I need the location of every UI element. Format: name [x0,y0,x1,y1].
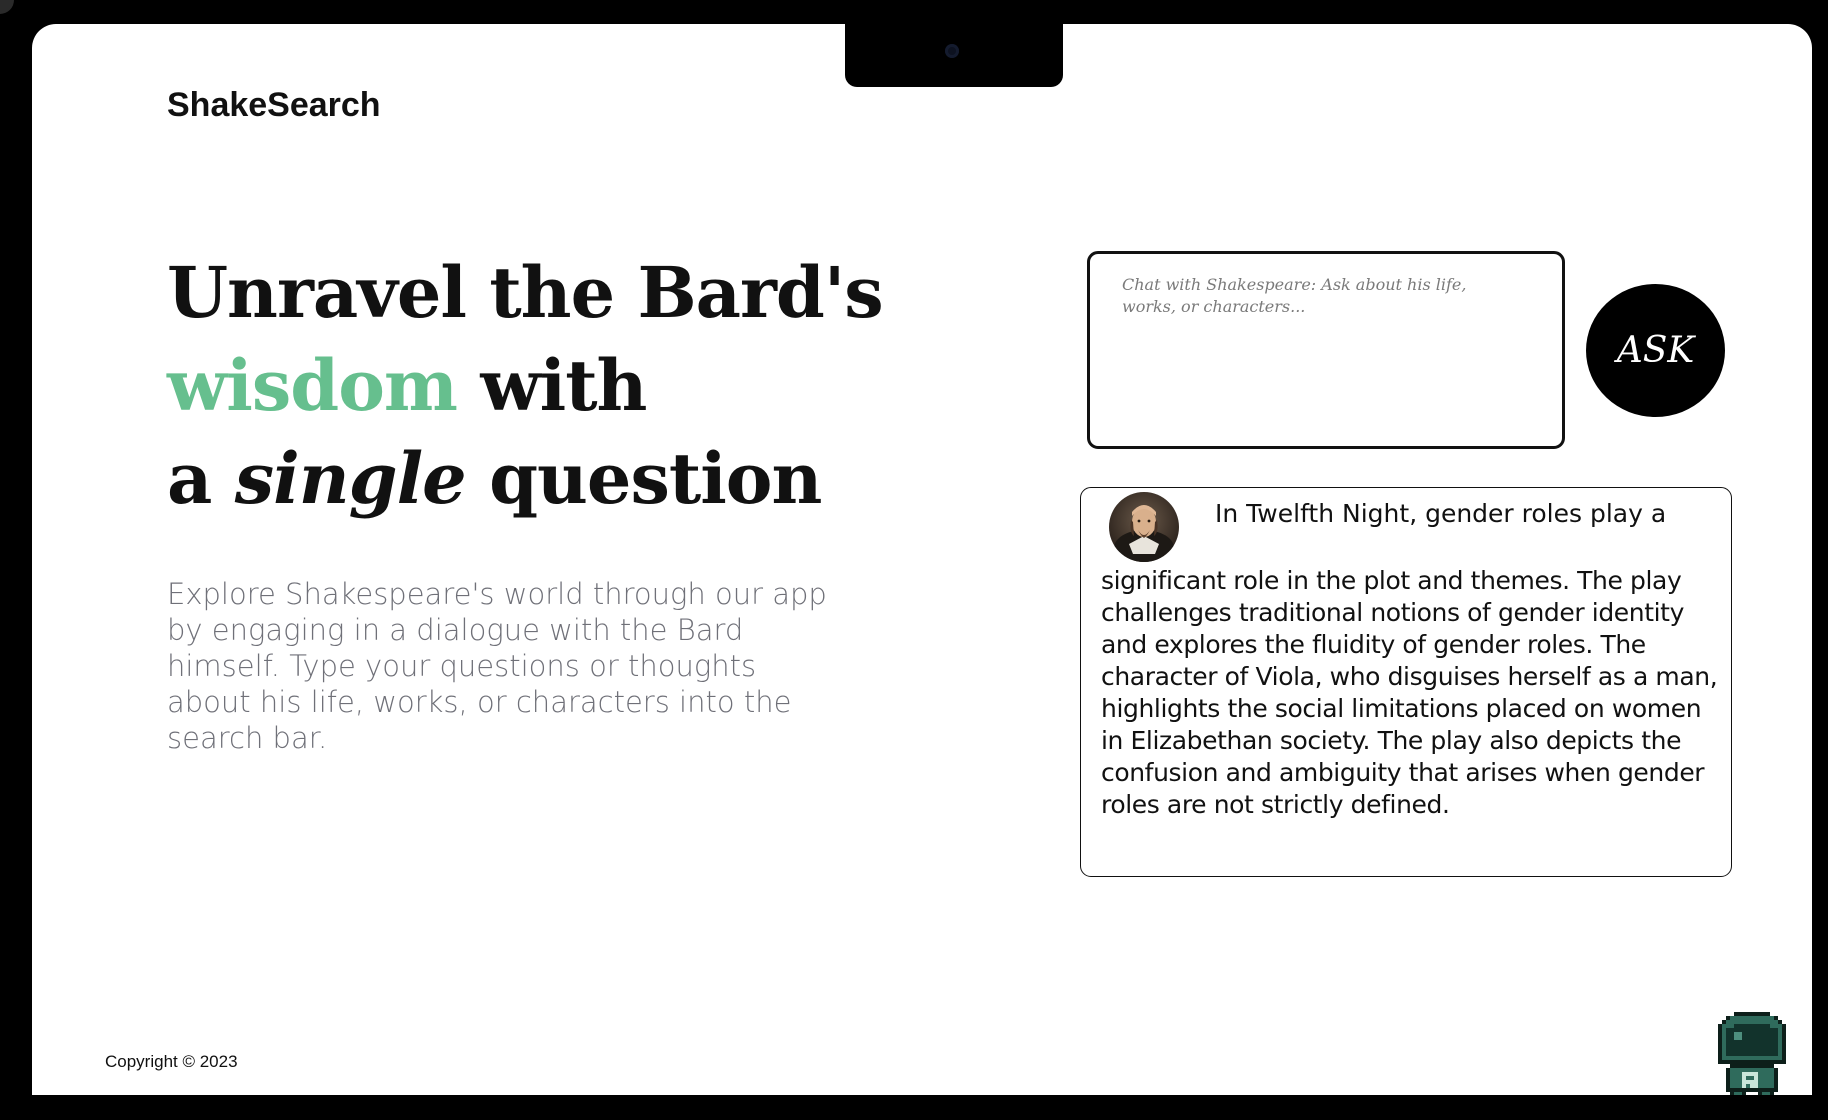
question-box[interactable] [1087,251,1565,449]
brand-logo[interactable]: ShakeSearch [167,86,381,125]
headline-line-1: Unravel the Bard's [167,251,884,334]
headline-line-3-pre: a [167,437,235,520]
headline-line-2-rest: with [456,344,647,427]
copyright-text: Copyright © 2023 [105,1052,238,1071]
hero-headline: Unravel the Bard's wisdom with a single … [167,246,927,525]
bezel-corner [0,0,14,14]
question-input[interactable] [1122,274,1522,424]
pixel-astronaut-icon [1718,1012,1786,1095]
app-screen: ShakeSearch Unravel the Bard's wisdom wi… [32,24,1812,1095]
headline-italic-word: single [234,437,467,520]
ask-button[interactable]: ASK [1586,284,1725,417]
answer-card: In Twelfth Night, gender roles play a si… [1080,487,1732,877]
hero-intro: Explore Shakespeare's world through our … [167,577,827,755]
webcam-icon [945,44,959,58]
shakespeare-portrait-icon [1109,492,1179,562]
headline-accent-word: wisdom [167,344,458,427]
headline-line-3-rest: question [465,437,822,520]
answer-first-line: In Twelfth Night, gender roles play a [1215,499,1667,528]
answer-body: significant role in the plot and themes.… [1101,566,1718,819]
